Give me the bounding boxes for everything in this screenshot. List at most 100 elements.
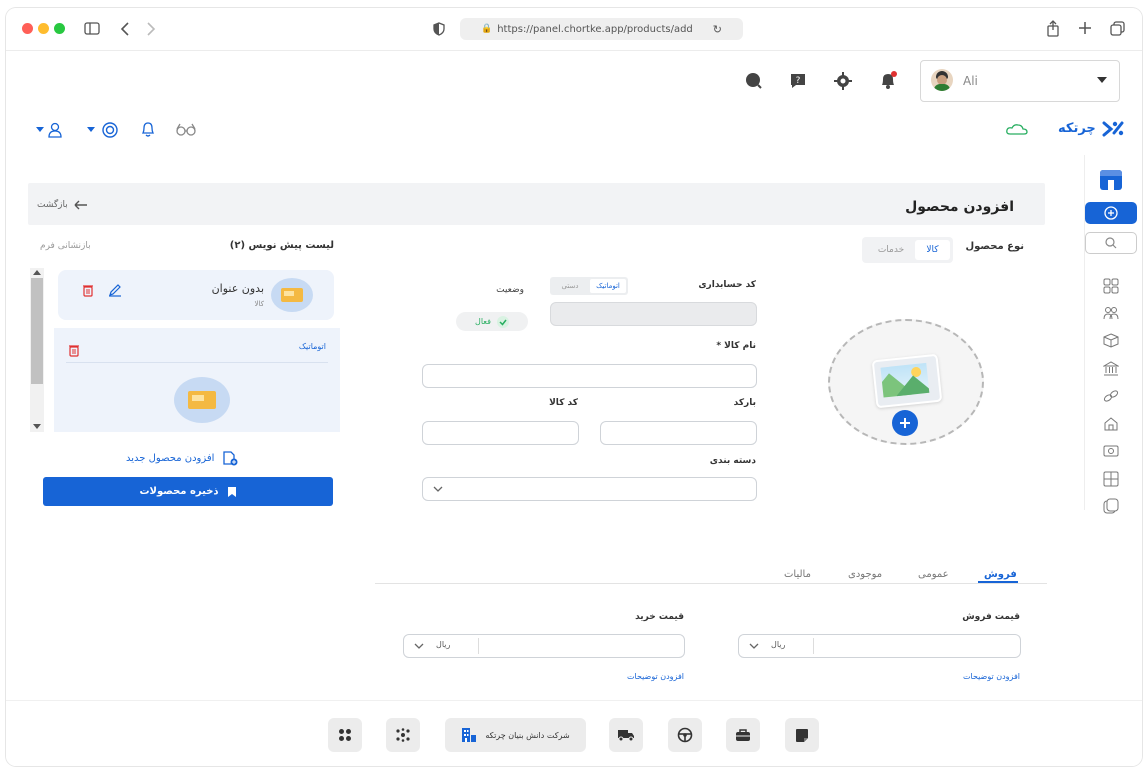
- bell-icon[interactable]: [140, 121, 156, 138]
- app-header: چرتکه: [6, 110, 1142, 149]
- tab-inventory[interactable]: موجودی: [848, 569, 882, 580]
- sale-add-description-link[interactable]: افزودن توضیحات: [906, 672, 1020, 681]
- draft-list-title: لیست پیش نویس (۲): [229, 240, 334, 251]
- dock-network-button[interactable]: [386, 718, 420, 752]
- tab-tax[interactable]: مالیات: [784, 569, 811, 580]
- brand-logo[interactable]: چرتکه: [1058, 119, 1124, 137]
- home-icon[interactable]: [1103, 416, 1119, 431]
- scroll-down-icon[interactable]: [33, 424, 41, 429]
- draft-scrollbar[interactable]: [30, 268, 44, 432]
- chevron-down-icon: [749, 643, 759, 649]
- share-icon[interactable]: [1046, 20, 1060, 37]
- avatar: [931, 69, 953, 91]
- sidebar-search-button[interactable]: [1085, 232, 1137, 254]
- sale-price-input[interactable]: ریال: [738, 634, 1021, 658]
- save-products-button[interactable]: ذخیره محصولات: [43, 477, 333, 506]
- code-mode-manual[interactable]: دستی: [552, 279, 588, 293]
- search-icon[interactable]: [745, 72, 763, 90]
- users-icon[interactable]: [1103, 306, 1119, 320]
- draft-item-thumb: [174, 377, 230, 423]
- product-type-goods[interactable]: کالا: [915, 240, 950, 260]
- address-bar[interactable]: 🔒 https://panel.chortke.app/products/add…: [460, 18, 743, 40]
- draft-item[interactable]: بدون عنوان کالا: [58, 270, 334, 320]
- purchase-currency[interactable]: ریال: [436, 640, 450, 649]
- scroll-up-icon[interactable]: [33, 270, 41, 275]
- user-dropdown-icon[interactable]: [36, 122, 64, 138]
- reload-icon[interactable]: ↻: [713, 23, 722, 36]
- draft-item-title: اتوماتیک: [298, 342, 326, 351]
- accounting-code-label: کد حسابداری: [698, 280, 756, 290]
- code-mode-toggle: اتوماتیک دستی: [550, 277, 628, 295]
- tab-overview-icon[interactable]: [1110, 21, 1125, 36]
- reports-icon[interactable]: [1103, 498, 1119, 514]
- company-selector[interactable]: شرکت دانش بنیان چرتکه: [445, 718, 586, 752]
- back-button[interactable]: بازگشت: [37, 200, 88, 210]
- store-icon[interactable]: [1100, 170, 1122, 190]
- delete-icon[interactable]: [82, 283, 94, 297]
- delete-icon[interactable]: [68, 343, 80, 357]
- add-new-product-link[interactable]: افزودن محصول جدید: [126, 451, 238, 466]
- dock-steering-button[interactable]: [668, 718, 702, 752]
- money-dropdown-icon[interactable]: [87, 121, 121, 139]
- lock-icon: 🔒: [480, 24, 493, 34]
- sidebar-toggle-icon[interactable]: [84, 22, 100, 35]
- sale-price-label: قیمت فروش: [962, 612, 1020, 622]
- product-code-input[interactable]: [422, 421, 579, 445]
- product-type-services[interactable]: خدمات: [870, 240, 912, 260]
- tab-sales[interactable]: فروش: [984, 569, 1017, 580]
- calculator-icon[interactable]: [1103, 471, 1119, 487]
- back-label: بازگشت: [37, 200, 68, 210]
- box-icon[interactable]: [1103, 333, 1119, 348]
- check-icon: [496, 315, 509, 328]
- draft-item[interactable]: اتوماتیک: [54, 328, 340, 432]
- plus-circle-icon: [1104, 206, 1118, 220]
- bank-icon[interactable]: [1103, 361, 1119, 376]
- dock-apps-button[interactable]: [328, 718, 362, 752]
- add-button[interactable]: [1085, 202, 1137, 224]
- product-name-label: نام کالا *: [716, 341, 756, 351]
- dashboard-icon[interactable]: [1103, 278, 1119, 294]
- tab-general[interactable]: عمومی: [918, 569, 949, 580]
- minimize-window-button[interactable]: [38, 23, 49, 34]
- product-type-toggle: کالا خدمات: [862, 237, 953, 263]
- barcode-input[interactable]: [600, 421, 757, 445]
- back-nav-icon[interactable]: [120, 22, 130, 36]
- page-title: افزودن محصول: [905, 199, 1014, 215]
- dock-delivery-button[interactable]: [609, 718, 643, 752]
- purchase-add-description-link[interactable]: افزودن توضیحات: [576, 672, 684, 681]
- sale-currency[interactable]: ریال: [771, 640, 785, 649]
- accounting-code-input[interactable]: [550, 302, 757, 326]
- bookmark-icon: [227, 486, 236, 497]
- purchase-price-input[interactable]: ریال: [403, 634, 685, 658]
- notification-icon[interactable]: [879, 71, 897, 90]
- help-icon[interactable]: ?: [789, 72, 807, 90]
- dock-briefcase-button[interactable]: [726, 718, 760, 752]
- browser-chrome: 🔒 https://panel.chortke.app/products/add…: [6, 8, 1142, 51]
- add-new-product-label: افزودن محصول جدید: [126, 453, 215, 464]
- status-label: وضعیت: [496, 285, 524, 295]
- category-label: دسته بندی: [709, 456, 756, 466]
- cash-icon[interactable]: [1103, 445, 1119, 457]
- status-toggle[interactable]: فعال: [456, 312, 528, 331]
- new-tab-icon[interactable]: [1078, 21, 1092, 35]
- maximize-window-button[interactable]: [54, 23, 65, 34]
- building-icon: [462, 728, 477, 742]
- shield-icon[interactable]: [433, 22, 445, 36]
- chevron-down-icon: [1097, 77, 1107, 83]
- link-icon[interactable]: [1103, 389, 1119, 403]
- add-product-icon: [223, 451, 238, 466]
- glasses-icon[interactable]: [176, 123, 196, 136]
- scrollbar-thumb[interactable]: [31, 278, 43, 384]
- edit-icon[interactable]: [108, 283, 122, 297]
- reset-form-link[interactable]: بازنشانی فرم: [40, 241, 120, 251]
- code-mode-auto[interactable]: اتوماتیک: [590, 279, 626, 293]
- forward-nav-icon[interactable]: [146, 22, 156, 36]
- category-select[interactable]: [422, 477, 757, 501]
- dock-notes-button[interactable]: [785, 718, 819, 752]
- account-selector[interactable]: Ali: [920, 60, 1120, 102]
- product-name-input[interactable]: [422, 364, 757, 388]
- close-window-button[interactable]: [22, 23, 33, 34]
- settings-icon[interactable]: [834, 72, 852, 90]
- upload-add-button[interactable]: [892, 410, 918, 436]
- cloud-icon[interactable]: [1006, 123, 1028, 136]
